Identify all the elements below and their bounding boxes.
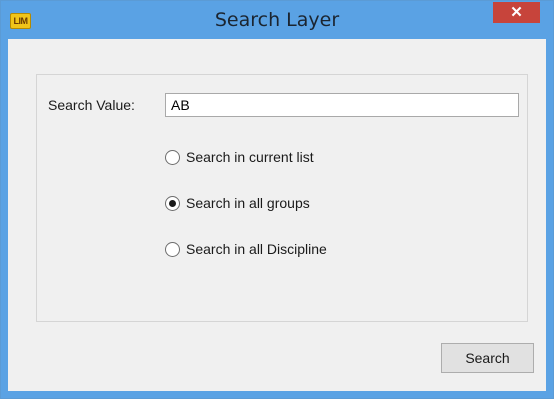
search-button[interactable]: Search (441, 343, 534, 373)
radio-button-icon[interactable] (165, 195, 180, 211)
close-button[interactable]: ✕ (493, 2, 540, 23)
dialog-body: Search Value: Search in current list Sea… (8, 39, 546, 391)
radio-search-all-discipline[interactable]: Search in all Discipline (165, 241, 327, 257)
radio-button-icon[interactable] (165, 241, 180, 257)
radio-label: Search in all Discipline (186, 241, 327, 257)
radio-search-current-list[interactable]: Search in current list (165, 149, 314, 165)
search-value-input[interactable] (165, 93, 519, 117)
search-layer-window: LIM Search Layer ✕ Search Value: Search … (0, 0, 554, 399)
title-bar[interactable]: LIM Search Layer ✕ (1, 1, 553, 39)
radio-search-all-groups[interactable]: Search in all groups (165, 195, 310, 211)
radio-label: Search in current list (186, 149, 314, 165)
search-value-label: Search Value: (48, 97, 135, 113)
radio-label: Search in all groups (186, 195, 310, 211)
radio-button-icon[interactable] (165, 149, 180, 165)
radio-dot-icon (169, 199, 176, 207)
window-title: Search Layer (214, 9, 340, 31)
